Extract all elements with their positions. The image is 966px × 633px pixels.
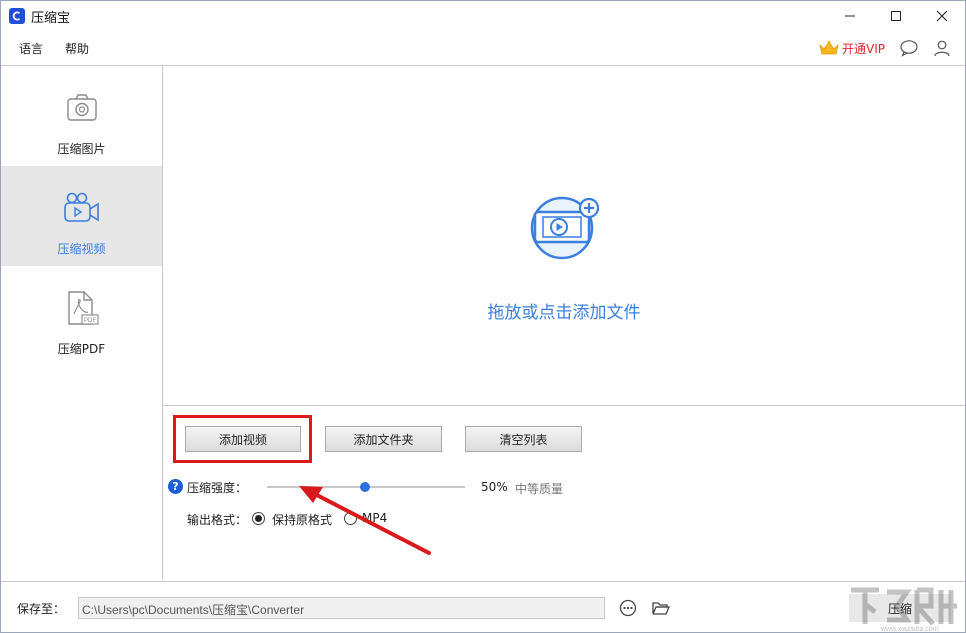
video-camera-icon xyxy=(62,188,102,228)
radio-mp4[interactable] xyxy=(344,512,357,525)
window-title: 压缩宝 xyxy=(31,10,71,26)
more-options-icon xyxy=(619,599,637,617)
quality-label: 中等质量 xyxy=(515,482,564,496)
menu-language[interactable]: 语言 xyxy=(17,38,45,59)
compression-percent: 50% xyxy=(481,480,508,494)
sidebar-item-compress-pdf[interactable]: PDF 压缩PDF xyxy=(1,266,162,366)
radio-mp4-label[interactable]: MP4 xyxy=(362,511,387,525)
sidebar: 压缩图片 压缩视频 PDF 压缩PDF xyxy=(1,65,163,580)
menu-bar: 语言 帮助 开通VIP xyxy=(1,31,965,65)
sidebar-item-compress-image[interactable]: 压缩图片 xyxy=(1,66,162,166)
compression-strength-label: 压缩强度： xyxy=(187,481,248,495)
maximize-button[interactable] xyxy=(873,1,919,31)
controls-panel: 添加视频 添加文件夹 清空列表 ? 压缩强度： 50% 中等质量 输出格式： 保… xyxy=(163,406,965,581)
app-logo-icon xyxy=(9,8,25,24)
vip-label: 开通VIP xyxy=(842,41,885,56)
add-video-button[interactable]: 添加视频 xyxy=(185,426,301,452)
radio-keep-format[interactable] xyxy=(252,512,265,525)
slider-thumb[interactable] xyxy=(360,482,370,492)
add-video-icon xyxy=(530,196,600,260)
close-icon xyxy=(936,10,948,22)
open-folder-button[interactable] xyxy=(651,598,671,618)
sidebar-item-label: 压缩视频 xyxy=(57,242,106,256)
clear-list-button[interactable]: 清空列表 xyxy=(465,426,582,452)
more-options-button[interactable] xyxy=(618,598,638,618)
window-controls xyxy=(827,1,965,31)
output-format-label: 输出格式： xyxy=(187,513,248,527)
footer-bar: 保存至： C:\Users\pc\Documents\压缩宝\Converter… xyxy=(1,581,965,633)
minimize-icon xyxy=(845,15,855,17)
close-button[interactable] xyxy=(919,1,965,31)
add-folder-button[interactable]: 添加文件夹 xyxy=(325,426,442,452)
watermark-text: www.xiazaiba.com xyxy=(881,626,939,633)
app-window: 压缩宝 语言 帮助 开通VIP 压缩图片 压缩视频 PDF 压缩PDF 拖放或点… xyxy=(0,0,966,633)
camera-icon xyxy=(62,88,102,128)
title-bar[interactable]: 压缩宝 xyxy=(1,1,965,31)
user-icon[interactable] xyxy=(933,39,951,57)
folder-icon xyxy=(652,602,670,615)
chat-bubble-icon[interactable] xyxy=(899,39,919,57)
sidebar-item-label: 压缩图片 xyxy=(57,142,106,156)
sidebar-item-compress-video[interactable]: 压缩视频 xyxy=(1,166,162,266)
vip-button[interactable]: 开通VIP xyxy=(818,39,885,57)
save-to-label: 保存至： xyxy=(17,602,66,616)
radio-keep-format-label[interactable]: 保持原格式 xyxy=(272,511,332,528)
menu-help[interactable]: 帮助 xyxy=(63,38,91,59)
drop-zone-text: 拖放或点击添加文件 xyxy=(487,303,641,323)
output-path-field[interactable]: C:\Users\pc\Documents\压缩宝\Converter xyxy=(78,597,605,619)
compress-button[interactable]: 压缩 xyxy=(849,594,951,622)
compression-strength-slider[interactable] xyxy=(267,479,465,495)
sidebar-item-label: 压缩PDF xyxy=(57,342,106,356)
file-drop-zone[interactable]: 拖放或点击添加文件 xyxy=(163,65,965,406)
menu-right-group: 开通VIP xyxy=(818,31,951,65)
pdf-file-icon: PDF xyxy=(62,288,102,328)
crown-icon xyxy=(819,40,839,55)
help-icon[interactable]: ? xyxy=(168,479,183,494)
maximize-icon xyxy=(891,11,901,21)
svg-text:PDF: PDF xyxy=(84,318,96,324)
minimize-button[interactable] xyxy=(827,1,873,31)
